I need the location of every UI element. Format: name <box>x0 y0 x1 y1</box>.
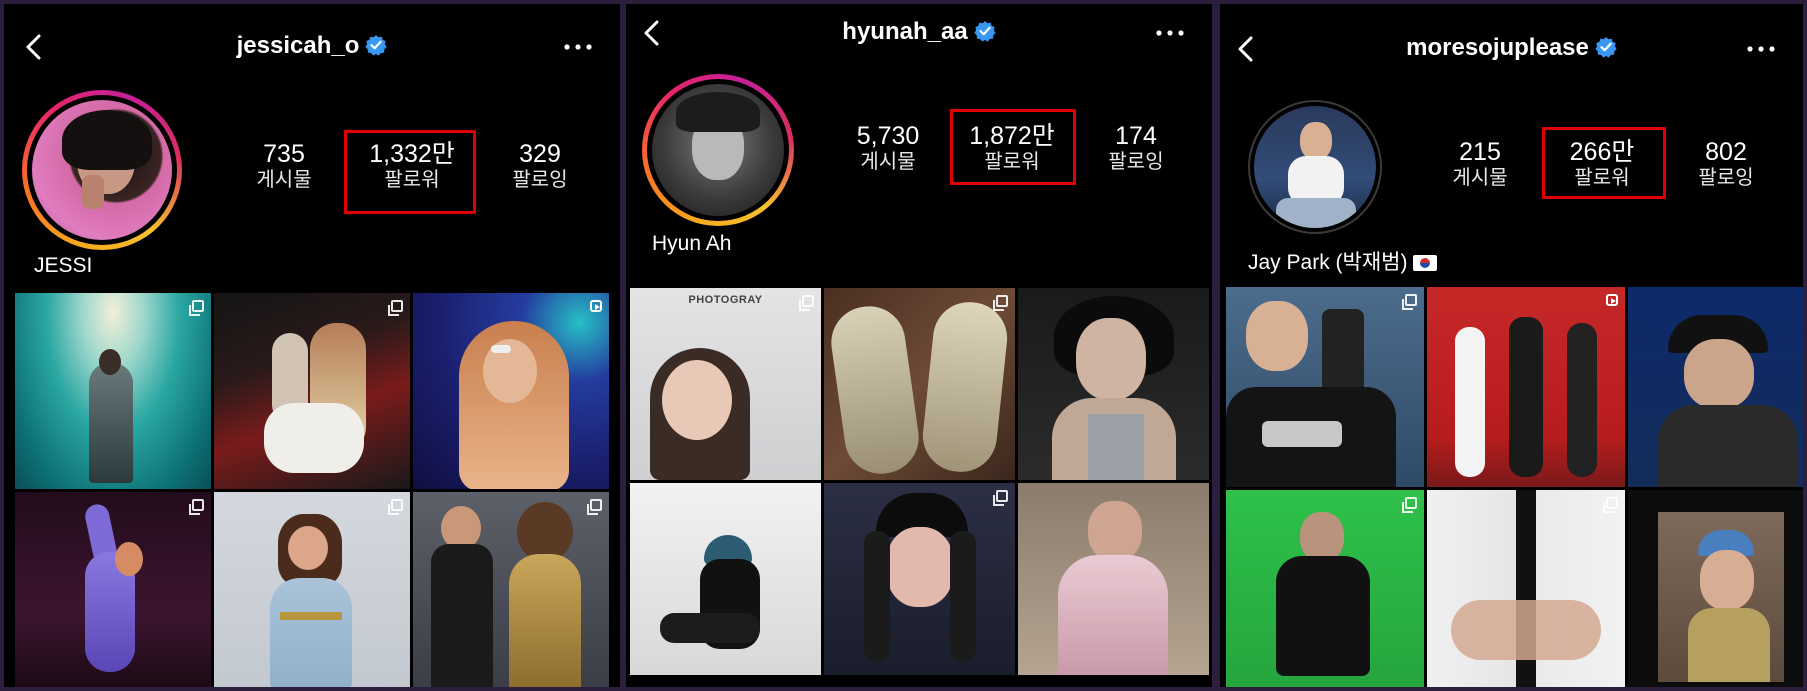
reel-icon <box>1606 294 1618 306</box>
multi-post-icon <box>587 499 602 515</box>
post-thumbnail[interactable] <box>824 288 1015 480</box>
post-thumbnail[interactable] <box>1427 287 1625 487</box>
verified-badge-icon <box>974 20 996 42</box>
display-name: JESSI <box>34 254 93 277</box>
more-options-icon[interactable] <box>1747 46 1775 52</box>
korea-flag-icon <box>1413 255 1438 271</box>
reel-icon <box>590 300 602 312</box>
multi-post-icon <box>388 499 403 515</box>
story-ring[interactable] <box>642 74 794 226</box>
post-thumbnail[interactable] <box>1628 287 1803 487</box>
multi-post-icon <box>189 499 204 515</box>
profile-panel-jessicah-o: jessicah_o 735 게시물 1,332만 팔로워 329 팔로잉 JE… <box>4 4 620 687</box>
post-thumbnail[interactable] <box>1427 490 1625 687</box>
post-thumbnail[interactable] <box>15 293 211 489</box>
followers-highlight-box <box>1542 127 1666 199</box>
post-thumbnail[interactable] <box>214 492 410 687</box>
verified-badge-icon <box>365 34 387 56</box>
following-count[interactable]: 802 팔로잉 <box>1666 138 1786 190</box>
post-thumbnail[interactable] <box>1226 287 1424 487</box>
multi-post-icon <box>1603 497 1618 513</box>
followers-highlight-box <box>950 109 1076 185</box>
post-thumbnail[interactable] <box>1226 490 1424 687</box>
post-thumbnail[interactable]: PHOTOGRAY <box>630 288 821 480</box>
post-grid <box>1226 287 1803 687</box>
post-grid <box>15 293 609 687</box>
post-thumbnail[interactable] <box>413 492 609 687</box>
multi-post-icon <box>189 300 204 316</box>
posts-count[interactable]: 735 게시물 <box>224 140 344 192</box>
profile-header: moresojuplease <box>1220 28 1803 68</box>
post-thumbnail[interactable] <box>1018 288 1209 480</box>
posts-count[interactable]: 215 게시물 <box>1420 138 1540 190</box>
post-thumbnail[interactable] <box>1628 490 1803 687</box>
profile-panel-hyunah-aa: hyunah_aa 5,730 게시물 1,872만 팔로워 174 팔로잉 H… <box>626 4 1212 687</box>
story-ring[interactable] <box>22 90 182 250</box>
verified-badge-icon <box>1595 36 1617 58</box>
followers-highlight-box <box>344 130 476 214</box>
more-options-icon[interactable] <box>564 44 592 50</box>
more-options-icon[interactable] <box>1156 30 1184 36</box>
post-thumbnail[interactable] <box>824 483 1015 675</box>
tile-watermark: PHOTOGRAY <box>688 294 763 306</box>
username: jessicah_o <box>236 32 360 59</box>
post-thumbnail[interactable] <box>413 293 609 489</box>
following-count[interactable]: 329 팔로잉 <box>480 140 600 192</box>
avatar-border[interactable] <box>1248 100 1382 234</box>
profile-panel-moresojuplease: moresojuplease 215 게시물 266만 팔로워 802 팔로잉 … <box>1220 4 1803 687</box>
display-name: Jay Park (박재범) <box>1248 246 1438 276</box>
avatar <box>32 100 172 240</box>
username: moresojuplease <box>1406 34 1589 61</box>
display-name: Hyun Ah <box>652 232 732 255</box>
following-count[interactable]: 174 팔로잉 <box>1076 122 1196 174</box>
username: hyunah_aa <box>842 18 968 45</box>
avatar <box>652 84 784 216</box>
multi-post-icon <box>799 295 814 311</box>
profile-header: jessicah_o <box>4 26 620 66</box>
multi-post-icon <box>1402 497 1417 513</box>
post-thumbnail[interactable] <box>1018 483 1209 675</box>
posts-count[interactable]: 5,730 게시물 <box>828 122 948 174</box>
post-grid: PHOTOGRAY <box>630 288 1209 675</box>
multi-post-icon <box>388 300 403 316</box>
profile-header: hyunah_aa <box>626 12 1212 52</box>
post-thumbnail[interactable] <box>214 293 410 489</box>
multi-post-icon <box>993 490 1008 506</box>
post-thumbnail[interactable] <box>630 483 821 675</box>
post-thumbnail[interactable] <box>15 492 211 687</box>
avatar <box>1254 106 1376 228</box>
multi-post-icon <box>993 295 1008 311</box>
multi-post-icon <box>1402 294 1417 310</box>
